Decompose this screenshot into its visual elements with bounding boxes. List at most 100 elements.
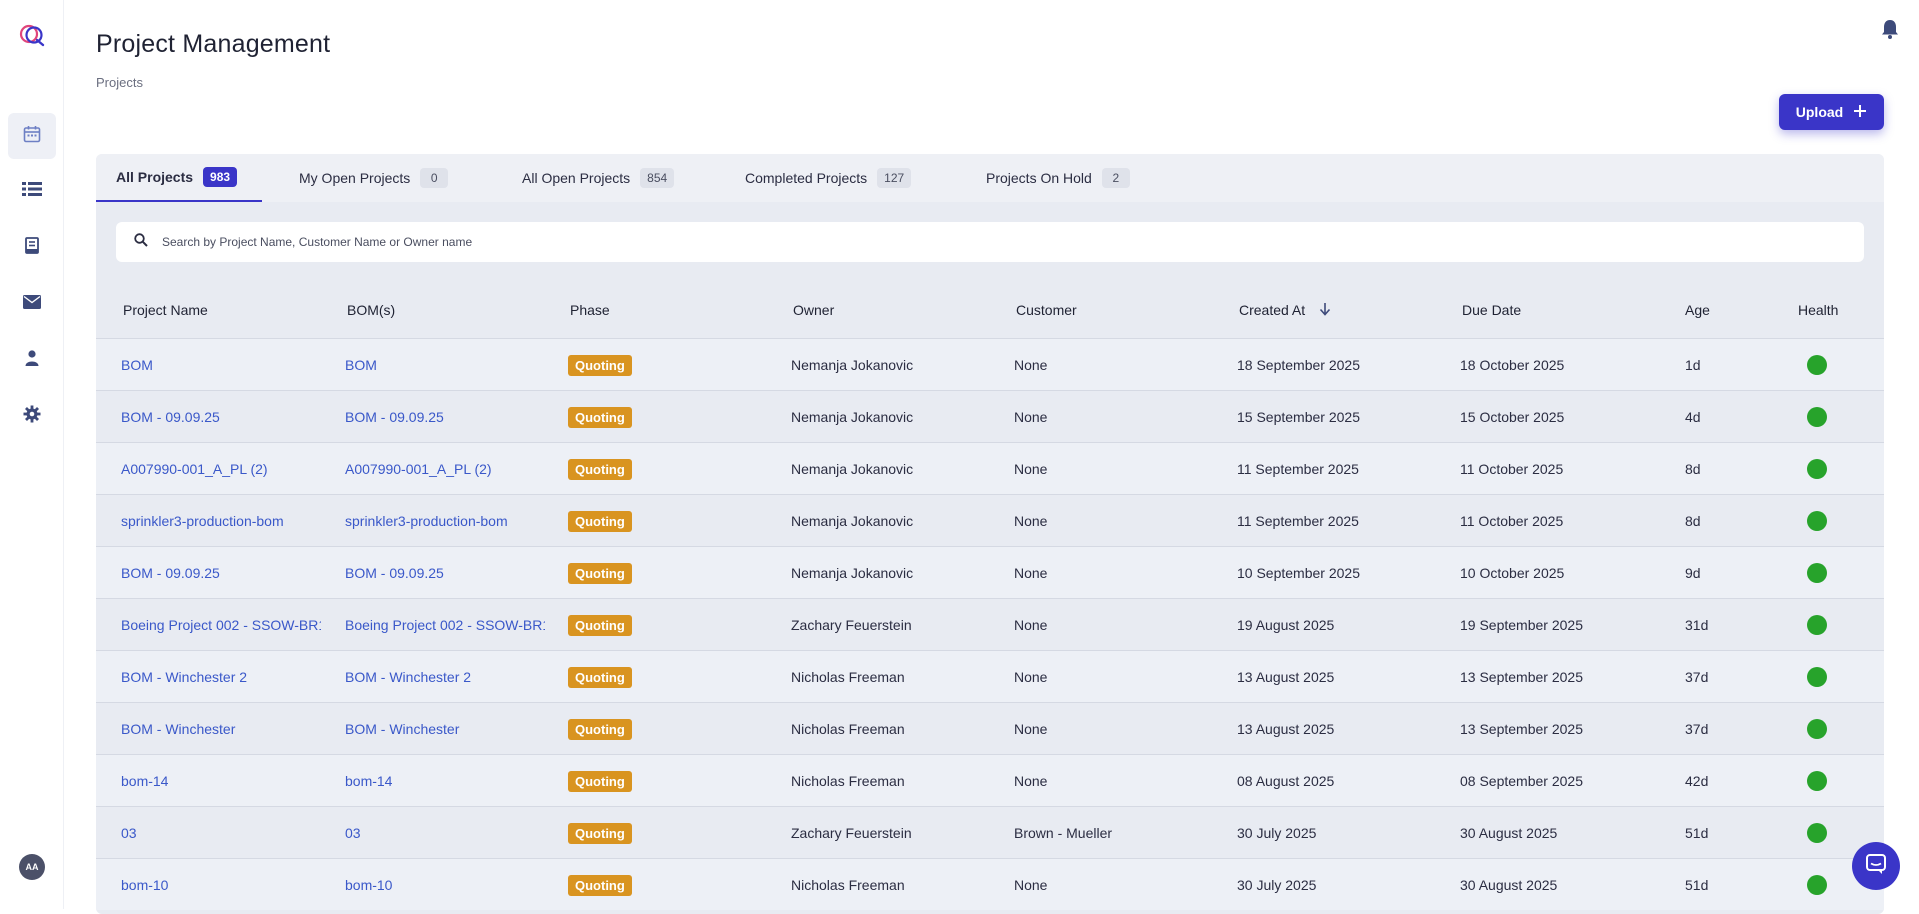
tab-completed-projects[interactable]: Completed Projects 127	[745, 154, 912, 202]
table-row[interactable]: BOM - Winchester 2 BOM - Winchester 2 Quot…	[96, 650, 1884, 702]
column-header-created-at[interactable]: Created At	[1239, 282, 1331, 338]
cell-bom: BOM - Winchester	[345, 703, 545, 755]
cell-project-name-text[interactable]: BOM - 09.09.25	[121, 565, 220, 581]
cell-bom-text[interactable]: BOM - 09.09.25	[345, 565, 444, 581]
cell-owner: Zachary Feuerstein	[791, 807, 912, 859]
tab-all-open-projects[interactable]: All Open Projects 854	[522, 154, 675, 202]
tab-count-badge: 127	[877, 168, 912, 188]
cell-project-name-text[interactable]: BOM	[121, 357, 153, 373]
cell-age-text: 8d	[1685, 513, 1701, 529]
cell-bom-text[interactable]: bom-14	[345, 773, 392, 789]
column-header-phase[interactable]: Phase	[570, 282, 610, 338]
cell-project-name-text[interactable]: bom-14	[121, 773, 168, 789]
cell-bom-text[interactable]: bom-10	[345, 877, 392, 893]
tab-projects-on-hold[interactable]: Projects On Hold 2	[986, 154, 1130, 202]
notification-bell-icon[interactable]	[1880, 18, 1900, 40]
cell-phase-badge: Quoting	[568, 443, 632, 495]
cell-project-name-text[interactable]: BOM - 09.09.25	[121, 409, 220, 425]
table-row[interactable]: A007990-001_A_PL (2) A007990-001_A_PL (2)…	[96, 442, 1884, 494]
column-header-age[interactable]: Age	[1685, 282, 1710, 338]
cell-bom-text[interactable]: BOM - 09.09.25	[345, 409, 444, 425]
column-header-owner[interactable]: Owner	[793, 282, 834, 338]
sidebar-item-document[interactable]	[8, 225, 56, 271]
cell-project-name-text[interactable]: bom-10	[121, 877, 168, 893]
sidebar-item-list[interactable]	[8, 168, 56, 214]
cell-bom: sprinkler3-production-bom	[345, 495, 545, 547]
cell-project-name-text[interactable]: A007990-001_A_PL (2)	[121, 461, 268, 477]
table-row[interactable]: sprinkler3-production-bom sprinkler3-prod…	[96, 494, 1884, 546]
cell-bom-text[interactable]: BOM - Winchester	[345, 721, 459, 737]
cell-phase-badge-text: Quoting	[568, 510, 632, 532]
breadcrumb[interactable]: Projects	[96, 75, 143, 90]
sidebar-item-settings[interactable]	[8, 393, 56, 439]
chat-button[interactable]	[1852, 842, 1900, 890]
table-row[interactable]: Boeing Project 002 - SSOW-BR1 Boeing Proj…	[96, 598, 1884, 650]
upload-button[interactable]: Upload	[1779, 94, 1884, 130]
cell-customer-text: None	[1014, 409, 1048, 425]
column-header-project-name[interactable]: Project Name	[123, 282, 208, 338]
cell-phase-badge: Quoting	[568, 703, 632, 755]
cell-project-name: BOM	[121, 339, 321, 391]
cell-due-date: 10 October 2025	[1460, 547, 1564, 599]
table-row[interactable]: 03 03 Quoting Zachary Feuerstein Brown - Mue…	[96, 806, 1884, 858]
tab-my-open-projects[interactable]: My Open Projects 0	[299, 154, 449, 202]
cell-project-name-text[interactable]: 03	[121, 825, 137, 841]
cell-customer: None	[1014, 599, 1047, 651]
cell-bom-text[interactable]: BOM - Winchester 2	[345, 669, 471, 685]
chat-bubble-icon	[1865, 853, 1887, 880]
table-row[interactable]: BOM BOM Quoting Nemanja Jokanovic None 18 Sep…	[96, 338, 1884, 390]
table-row[interactable]: BOM - 09.09.25 BOM - 09.09.25 Quoting Neman…	[96, 546, 1884, 598]
cell-health	[1807, 443, 1827, 495]
column-header-due-date[interactable]: Due Date	[1462, 282, 1521, 338]
cell-customer-text: None	[1014, 617, 1048, 633]
cell-created-at: 13 August 2025	[1237, 651, 1334, 703]
cell-project-name-text[interactable]: BOM - Winchester 2	[121, 669, 247, 685]
cell-project-name-text[interactable]: Boeing Project 002 - SSOW-BR1	[121, 617, 321, 633]
cell-bom-text[interactable]: A007990-001_A_PL (2)	[345, 461, 492, 477]
cell-project-name-text[interactable]: BOM - Winchester	[121, 721, 235, 737]
gear-icon	[23, 405, 41, 428]
tab-all-projects[interactable]: All Projects 983	[96, 154, 262, 202]
cell-phase-badge-text: Quoting	[568, 874, 632, 896]
app-logo-icon[interactable]	[18, 22, 46, 48]
cell-owner-text: Zachary Feuerstein	[791, 825, 912, 841]
cell-bom-text[interactable]: BOM	[345, 357, 377, 373]
list-icon	[22, 181, 42, 202]
cell-owner: Nicholas Freeman	[791, 703, 905, 755]
health-status-indicator	[1807, 875, 1827, 895]
cell-owner-text: Nicholas Freeman	[791, 721, 905, 737]
cell-project-name: BOM - Winchester 2	[121, 651, 321, 703]
cell-bom: BOM	[345, 339, 545, 391]
search-input[interactable]	[162, 235, 1762, 249]
sidebar: AA	[0, 0, 64, 909]
cell-due-date: 18 October 2025	[1460, 339, 1564, 391]
sidebar-item-mail[interactable]	[8, 281, 56, 327]
cell-phase-badge: Quoting	[568, 547, 632, 599]
cell-owner: Nemanja Jokanovic	[791, 443, 913, 495]
avatar[interactable]: AA	[19, 854, 45, 880]
cell-bom-text[interactable]: Boeing Project 002 - SSOW-BR1	[345, 617, 545, 633]
cell-age-text: 51d	[1685, 877, 1709, 893]
column-header-created-at-label: Created At	[1239, 302, 1306, 318]
cell-bom-text[interactable]: sprinkler3-production-bom	[345, 513, 508, 529]
cell-created-at-text: 19 August 2025	[1237, 617, 1335, 633]
table-row[interactable]: bom-10 bom-10 Quoting Nicholas Freeman None 3…	[96, 858, 1884, 910]
cell-customer: None	[1014, 339, 1047, 391]
tab-count-badge: 0	[420, 168, 449, 188]
cell-due-date: 19 September 2025	[1460, 599, 1583, 651]
sort-arrow-down-icon[interactable]	[1319, 302, 1331, 319]
sidebar-item-user[interactable]	[8, 337, 56, 383]
table-row[interactable]: BOM - 09.09.25 BOM - 09.09.25 Quoting Neman…	[96, 390, 1884, 442]
cell-phase-badge-text: Quoting	[568, 770, 632, 792]
health-status-indicator	[1807, 615, 1827, 635]
table-row[interactable]: bom-14 bom-14 Quoting Nicholas Freeman None 0…	[96, 754, 1884, 806]
column-header-customer[interactable]: Customer	[1016, 282, 1077, 338]
page-title: Project Management	[96, 30, 331, 58]
column-header-boms[interactable]: BOM(s)	[347, 282, 395, 338]
cell-age: 9d	[1685, 547, 1701, 599]
cell-bom-text[interactable]: 03	[345, 825, 361, 841]
table-row[interactable]: BOM - Winchester BOM - Winchester Quoting N…	[96, 702, 1884, 754]
sidebar-item-calendar[interactable]	[8, 113, 56, 159]
cell-project-name-text[interactable]: sprinkler3-production-bom	[121, 513, 284, 529]
column-header-health[interactable]: Health	[1798, 282, 1838, 338]
